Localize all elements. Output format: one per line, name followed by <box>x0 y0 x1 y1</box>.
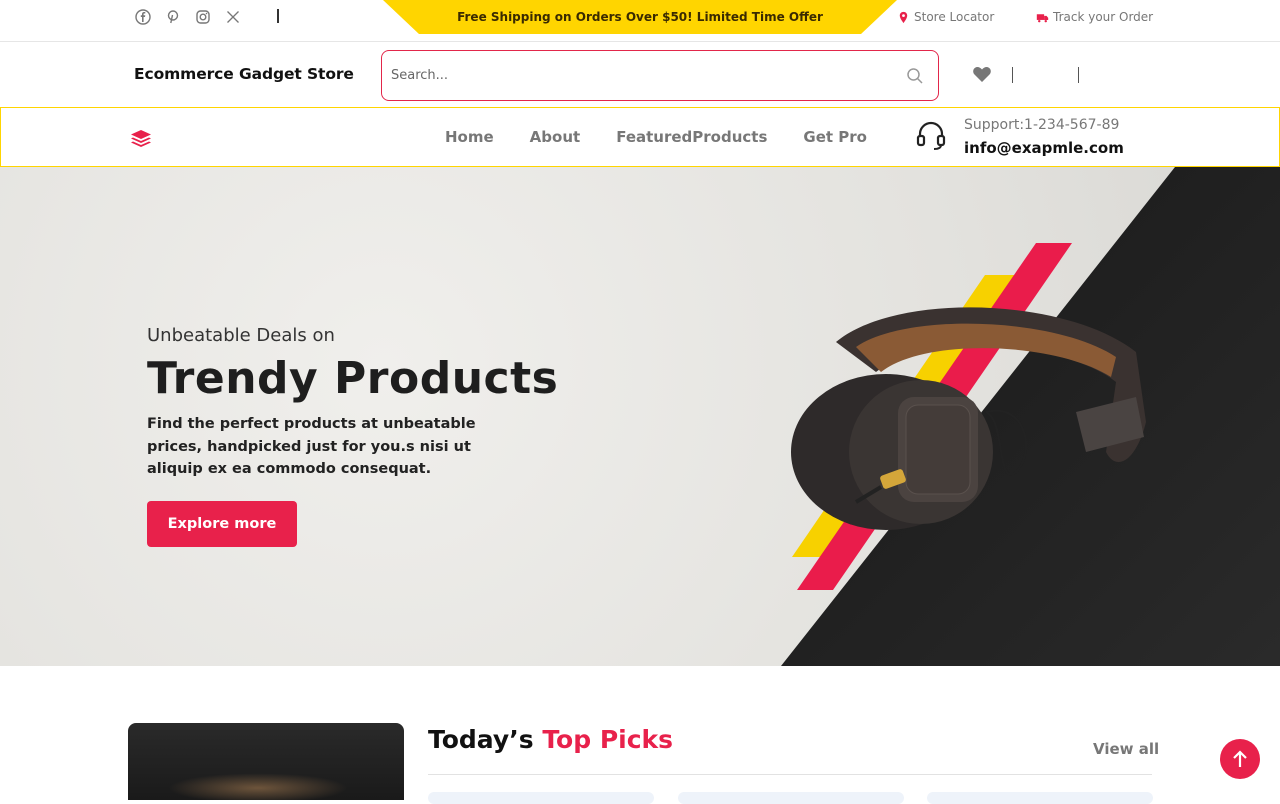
facebook-icon[interactable] <box>134 8 152 26</box>
store-locator-link[interactable]: Store Locator <box>897 10 994 24</box>
x-twitter-icon[interactable] <box>224 8 242 26</box>
header-divider <box>1012 67 1013 83</box>
heart-icon[interactable] <box>972 65 992 83</box>
truck-icon <box>1036 13 1049 22</box>
product-card[interactable] <box>678 792 904 804</box>
header-divider <box>1078 67 1079 83</box>
top-bar: Free Shipping on Orders Over $50! Limite… <box>0 0 1280 42</box>
support-phone: Support:1-234-567-89 <box>964 117 1120 133</box>
view-all-link[interactable]: View all <box>1093 740 1159 758</box>
promo-text: Free Shipping on Orders Over $50! Limite… <box>457 10 823 24</box>
picks-divider <box>428 774 1152 775</box>
top-picks-title-part2: Top Picks <box>542 725 674 754</box>
main-navbar: Home About FeaturedProducts Get Pro Supp… <box>0 107 1280 167</box>
top-picks-heading: Today’s Top Picks <box>428 725 673 754</box>
headset-support-icon <box>916 121 946 150</box>
arrow-up-icon <box>1233 750 1247 767</box>
track-order-label: Track your Order <box>1053 10 1154 24</box>
location-pin-icon <box>899 11 908 23</box>
nav-about[interactable]: About <box>530 128 581 146</box>
headphones-image <box>791 307 1146 530</box>
promo-card-image[interactable] <box>128 723 404 800</box>
nav-menu: Home About FeaturedProducts Get Pro <box>445 128 867 146</box>
promo-banner: Free Shipping on Orders Over $50! Limite… <box>383 0 897 34</box>
explore-more-button[interactable]: Explore more <box>147 501 297 547</box>
nav-home[interactable]: Home <box>445 128 494 146</box>
header: Ecommerce Gadget Store <box>0 42 1280 108</box>
instagram-icon[interactable] <box>194 8 212 26</box>
hero-description: Find the perfect products at unbeatable … <box>147 416 476 477</box>
store-locator-label: Store Locator <box>914 10 995 24</box>
product-card[interactable] <box>428 792 654 804</box>
social-links <box>134 8 242 26</box>
brand-name[interactable]: Ecommerce Gadget Store <box>134 65 354 83</box>
track-order-link[interactable]: Track your Order <box>1036 10 1153 24</box>
top-divider <box>277 9 279 23</box>
search-input[interactable] <box>391 68 906 83</box>
support-email[interactable]: info@exapmle.com <box>964 139 1124 157</box>
hero-subtitle: Unbeatable Deals on <box>147 325 335 346</box>
pinterest-icon[interactable] <box>164 8 182 26</box>
search-icon[interactable] <box>906 67 924 85</box>
hero-title: Trendy Products <box>147 353 559 404</box>
layers-logo-icon[interactable] <box>130 129 152 149</box>
nav-get-pro[interactable]: Get Pro <box>803 128 867 146</box>
search-box <box>381 50 939 101</box>
nav-featured-products[interactable]: FeaturedProducts <box>616 128 767 146</box>
hero-banner: Unbeatable Deals on Trendy Products Find… <box>0 167 1280 666</box>
promo-card-glow <box>168 773 348 800</box>
product-card[interactable] <box>927 792 1153 804</box>
top-picks-title-part1: Today’s <box>428 725 534 754</box>
scroll-to-top-button[interactable] <box>1220 739 1260 779</box>
